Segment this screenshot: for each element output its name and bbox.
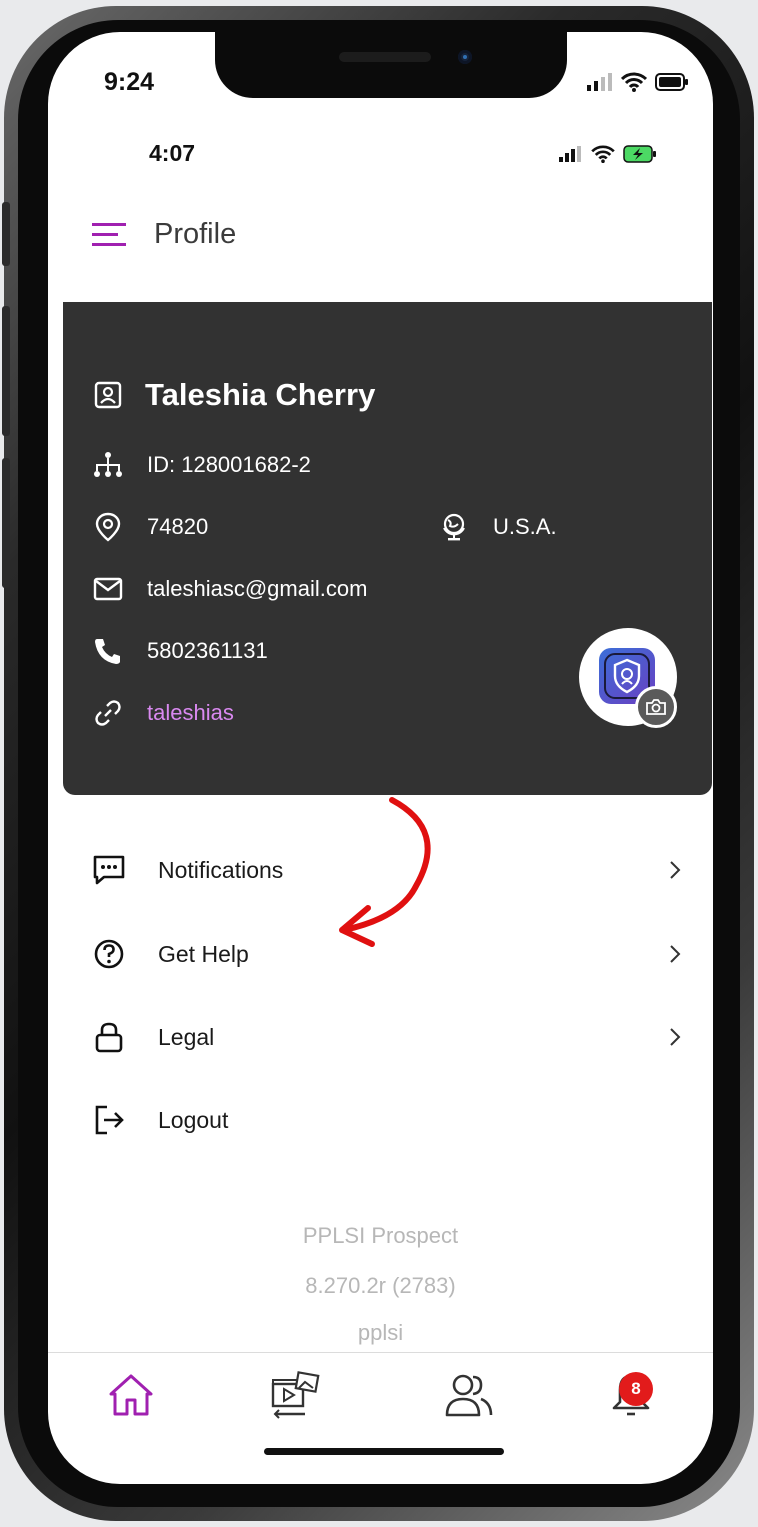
menu-item-legal[interactable]: Legal [92, 1010, 682, 1064]
country: U.S.A. [493, 514, 557, 539]
speaker [339, 52, 431, 62]
menu-item-logout[interactable]: Logout [92, 1093, 682, 1147]
help-circle-icon [94, 939, 124, 969]
phone-icon [93, 636, 123, 666]
profile-zip-row: 74820 [93, 512, 208, 542]
logout-icon [95, 1105, 124, 1135]
camera-icon[interactable] [635, 686, 677, 728]
profile-country-row: U.S.A. [439, 512, 557, 542]
chevron-right-icon [670, 861, 681, 879]
page-title: Profile [154, 218, 237, 250]
profile-name-row: Taleshia Cherry [93, 377, 375, 413]
profile-email-row: taleshiasc@gmail.com [93, 574, 367, 604]
menu-label-logout: Logout [158, 1106, 229, 1133]
cellular-signal-icon [559, 146, 581, 162]
battery-charging-icon [623, 145, 656, 163]
mail-icon [93, 574, 123, 604]
username-link[interactable]: taleshias [147, 700, 234, 726]
front-camera [458, 50, 472, 64]
footer-version: 8.270.2r (2783) [305, 1273, 456, 1298]
profile-card: Taleshia Cherry ID: 128001682-2 74820 U.… [63, 302, 712, 795]
people-icon [445, 1374, 493, 1417]
tab-home[interactable] [104, 1368, 158, 1422]
notification-badge: 8 [619, 1372, 653, 1406]
screen: 9:24 4:07 Profile Taleshia Cherry ID: 12… [48, 32, 713, 1484]
profile-link-row: taleshias [93, 698, 234, 728]
profile-name: Taleshia Cherry [145, 377, 376, 412]
chevron-right-icon [670, 945, 681, 963]
footer-app-name: PPLSI Prospect [302, 1223, 459, 1248]
profile-phone-row: 5802361131 [93, 636, 268, 666]
tab-bar-divider [48, 1352, 713, 1353]
tab-media[interactable] [268, 1368, 322, 1422]
link-icon [93, 698, 123, 728]
home-icon [109, 1374, 153, 1416]
home-indicator[interactable] [264, 1448, 504, 1455]
menu-label-get-help: Get Help [158, 940, 249, 967]
menu-item-get-help[interactable]: Get Help [92, 927, 682, 981]
app-status-icons [559, 145, 657, 163]
footer-company: pplsi [357, 1320, 404, 1345]
volume-up-button [2, 306, 10, 436]
app-status-time: 4:07 [149, 140, 196, 166]
media-icon [271, 1371, 320, 1419]
cellular-signal-icon [587, 73, 612, 91]
globe-icon [439, 512, 469, 542]
menu-icon[interactable] [92, 220, 128, 250]
app-header: Profile [92, 218, 236, 251]
member-id: ID: 128001682-2 [147, 452, 311, 477]
profile-id-row: ID: 128001682-2 [93, 450, 311, 480]
lock-icon [95, 1022, 123, 1053]
wifi-icon [621, 72, 647, 92]
email[interactable]: taleshiasc@gmail.com [147, 576, 367, 602]
wifi-icon [591, 145, 615, 163]
battery-icon [655, 73, 688, 91]
menu-item-notifications[interactable]: Notifications [92, 843, 682, 897]
location-pin-icon [93, 512, 123, 542]
phone-number[interactable]: 5802361131 [147, 638, 268, 664]
volume-down-button [2, 458, 10, 588]
tab-people[interactable] [442, 1368, 496, 1422]
status-icons [587, 72, 689, 92]
silent-switch [2, 202, 10, 266]
menu-label-legal: Legal [158, 1023, 215, 1050]
zip-code: 74820 [147, 514, 209, 539]
status-time: 9:24 [104, 68, 155, 96]
contact-card-icon [93, 380, 123, 410]
menu-label-notifications: Notifications [158, 856, 284, 883]
chevron-right-icon [670, 1028, 681, 1046]
notch [215, 32, 567, 98]
avatar[interactable] [579, 628, 677, 728]
chat-bubble-icon [93, 855, 125, 885]
org-chart-icon [93, 450, 123, 480]
